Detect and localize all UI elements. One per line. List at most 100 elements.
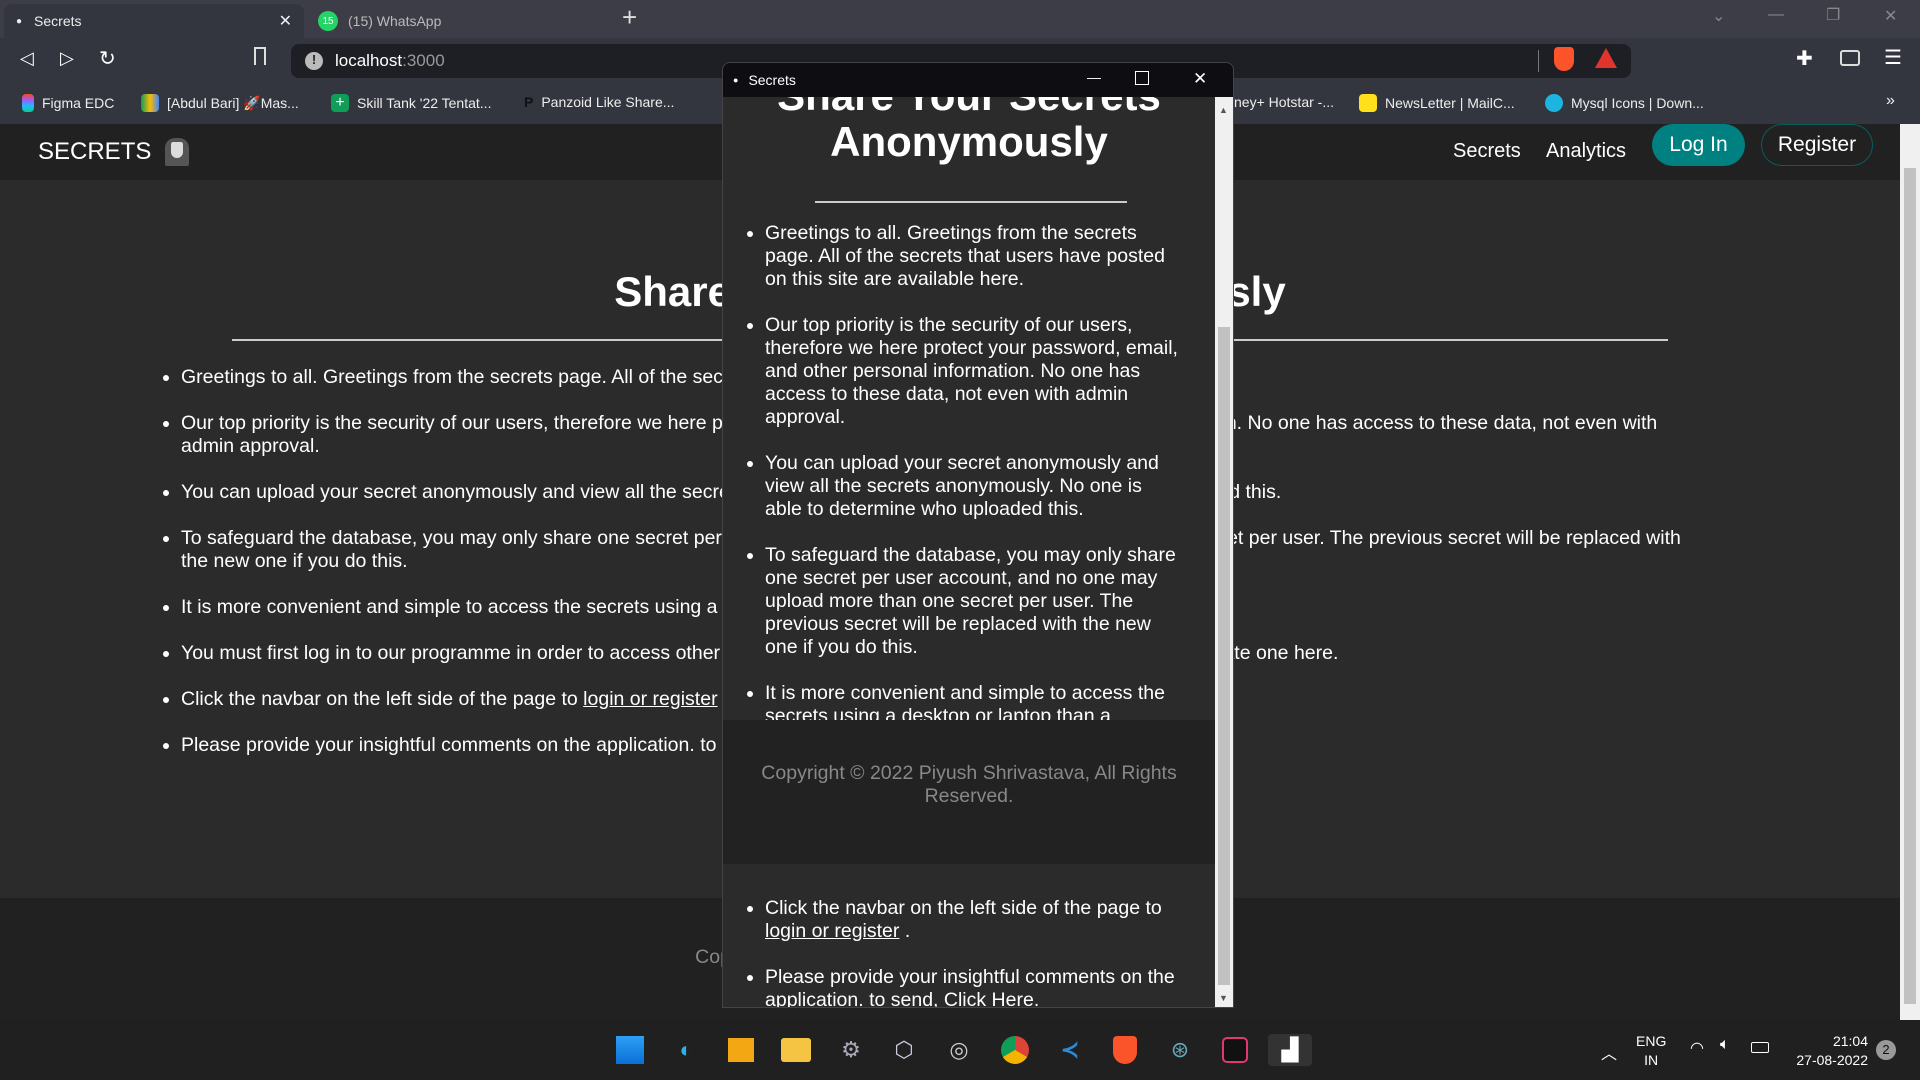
- bookmark-label: ney+ Hotstar -...: [1234, 94, 1334, 110]
- popup-title: Secrets: [748, 72, 796, 88]
- popup-titlebar[interactable]: ● Secrets — ✕: [723, 63, 1233, 97]
- bookmark-icon[interactable]: [254, 47, 266, 65]
- bookmark-label: Mysql Icons | Down...: [1571, 95, 1704, 111]
- popup-maximize-button[interactable]: [1135, 71, 1149, 85]
- region-code: IN: [1644, 1052, 1659, 1068]
- close-window-button[interactable]: ✕: [1884, 6, 1897, 26]
- wallet-icon[interactable]: [1840, 50, 1860, 66]
- url-host: localhost: [335, 51, 403, 70]
- vscode-icon[interactable]: ≺: [1054, 1034, 1086, 1066]
- text: Click the navbar on the left side of the…: [181, 688, 584, 710]
- file-explorer-icon[interactable]: [780, 1034, 812, 1066]
- bookmark-mailchimp[interactable]: NewsLetter | MailC...: [1359, 94, 1515, 112]
- bookmark-hotstar[interactable]: ney+ Hotstar -...: [1234, 94, 1334, 110]
- popup-content: Share Your Secrets Anonymously Greetings…: [723, 97, 1215, 1008]
- brand-name: SECRETS: [38, 138, 152, 165]
- divider: [1538, 50, 1539, 72]
- popup-minimize-button[interactable]: —: [1087, 69, 1101, 85]
- volume-icon[interactable]: 🔈︎: [1720, 1036, 1730, 1054]
- anonymous-favicon-icon: ●: [16, 15, 23, 27]
- lang-code: ENG: [1636, 1033, 1667, 1049]
- anonymous-mask-icon: [165, 138, 190, 166]
- copyright-text: Copyright © 2022 Piyush Shrivastava, All…: [761, 762, 1177, 807]
- tab-secrets[interactable]: ● Secrets ✕: [4, 4, 304, 38]
- restore-window-button[interactable]: ❐: [1826, 5, 1840, 25]
- taskbar: ◐ ⚙ ⬡ ◎ ≺ ⊛ ▟ ︿ ENG IN ◠ 🔈︎ 21:04 27-08-20…: [0, 1020, 1920, 1080]
- brave-shields-icon[interactable]: [1554, 47, 1574, 71]
- date: 27-08-2022: [1796, 1052, 1868, 1068]
- list-item: Our top priority is the security of our …: [765, 314, 1183, 429]
- scrollbar-thumb[interactable]: [1218, 327, 1230, 985]
- login-register-link[interactable]: login or register: [583, 688, 717, 710]
- panzoid-icon: P: [524, 94, 534, 110]
- nav-analytics-link[interactable]: Analytics: [1546, 140, 1626, 163]
- microsoft-store-icon[interactable]: [725, 1034, 757, 1066]
- text: .: [1033, 989, 1040, 1008]
- bookmark-panzoid[interactable]: P Panzoid Like Share...: [524, 94, 674, 110]
- tab-label: (15) WhatsApp: [348, 13, 442, 29]
- menu-icon[interactable]: ☰: [1884, 45, 1902, 70]
- anonymous-favicon-icon: ●: [733, 75, 739, 85]
- search-icon: [1545, 94, 1563, 112]
- login-button[interactable]: Log In: [1652, 124, 1745, 166]
- reload-button[interactable]: ↻: [99, 46, 116, 71]
- brave-icon[interactable]: [1109, 1034, 1141, 1066]
- wifi-icon[interactable]: ◠: [1690, 1038, 1704, 1058]
- close-tab-icon[interactable]: ✕: [279, 11, 292, 31]
- obs-icon[interactable]: ◎: [943, 1034, 975, 1066]
- minimize-window-button[interactable]: —: [1768, 6, 1784, 24]
- bookmark-label: NewsLetter | MailC...: [1385, 95, 1515, 111]
- scrollbar-thumb[interactable]: [1904, 168, 1916, 1004]
- remote-desktop-icon[interactable]: ▟: [1268, 1034, 1312, 1066]
- brave-rewards-icon[interactable]: [1595, 48, 1617, 68]
- figma-icon: [22, 94, 34, 112]
- edge-icon[interactable]: ◐: [670, 1034, 702, 1066]
- popup-close-button[interactable]: ✕: [1193, 69, 1207, 89]
- google-sheets-icon: +: [331, 94, 349, 112]
- language-indicator[interactable]: ENG IN: [1636, 1032, 1666, 1070]
- show-hidden-icons[interactable]: ︿: [1601, 1040, 1617, 1064]
- popup-list-clip: Greetings to all. Greetings from the sec…: [723, 97, 1215, 720]
- bookmark-label: Figma EDC: [42, 95, 115, 111]
- chrome-icon[interactable]: [999, 1034, 1031, 1066]
- virtualbox-icon[interactable]: ⬡: [888, 1034, 920, 1066]
- bookmark-label: [Abdul Bari] 🚀Mas...: [167, 94, 299, 111]
- register-button[interactable]: Register: [1761, 124, 1873, 166]
- new-tab-button[interactable]: +: [622, 2, 637, 33]
- page-scrollbar[interactable]: [1900, 124, 1920, 1020]
- info-icon: !: [305, 52, 323, 70]
- clock[interactable]: 21:04 27-08-2022: [1780, 1032, 1868, 1070]
- tab-strip: ● Secrets ✕ 15 (15) WhatsApp + ⌄ — ❐ ✕: [0, 0, 1920, 38]
- windows-start-icon[interactable]: [614, 1034, 646, 1066]
- bookmark-mysql-icons[interactable]: Mysql Icons | Down...: [1545, 94, 1704, 112]
- scroll-up-icon[interactable]: ▲: [1219, 105, 1228, 115]
- tab-whatsapp[interactable]: 15 (15) WhatsApp: [306, 4, 604, 38]
- nav-secrets-link[interactable]: Secrets: [1453, 140, 1521, 163]
- forward-button[interactable]: ▷: [60, 48, 74, 69]
- terminal-icon[interactable]: [1219, 1034, 1251, 1066]
- extensions-icon[interactable]: ✚: [1796, 46, 1813, 71]
- back-button[interactable]: ◁: [20, 48, 34, 69]
- list-item: It is more convenient and simple to acce…: [765, 682, 1183, 720]
- login-register-link[interactable]: login or register: [765, 920, 899, 942]
- popup-footer: Copyright © 2022 Piyush Shrivastava, All…: [723, 720, 1215, 864]
- tab-search-chevron-icon[interactable]: ⌄: [1712, 6, 1725, 26]
- brand-link[interactable]: SECRETS: [38, 138, 190, 166]
- bookmark-figma[interactable]: Figma EDC: [22, 94, 114, 112]
- list-item: Please provide your insightful comments …: [765, 966, 1183, 1008]
- popup-scrollbar[interactable]: ▲ ▼: [1215, 97, 1233, 1007]
- click-here-link[interactable]: Click Here: [944, 989, 1034, 1007]
- bookmark-abdul-bari[interactable]: [Abdul Bari] 🚀Mas...: [141, 94, 299, 112]
- steam-icon[interactable]: ⊛: [1164, 1034, 1196, 1066]
- text: Click the navbar on the left side of the…: [765, 897, 1162, 919]
- settings-icon[interactable]: ⚙: [835, 1034, 867, 1066]
- time: 21:04: [1832, 1033, 1868, 1049]
- notification-badge[interactable]: 2: [1876, 1040, 1896, 1060]
- more-bookmarks-button[interactable]: »: [1886, 92, 1895, 110]
- bookmark-skill-tank[interactable]: + Skill Tank '22 Tentat...: [331, 94, 491, 112]
- battery-icon[interactable]: [1751, 1042, 1769, 1053]
- list-item: To safeguard the database, you may only …: [765, 544, 1183, 659]
- bookmark-label: Skill Tank '22 Tentat...: [357, 95, 492, 111]
- list-item: Click the navbar on the left side of the…: [765, 897, 1183, 943]
- scroll-down-icon[interactable]: ▼: [1219, 993, 1228, 1003]
